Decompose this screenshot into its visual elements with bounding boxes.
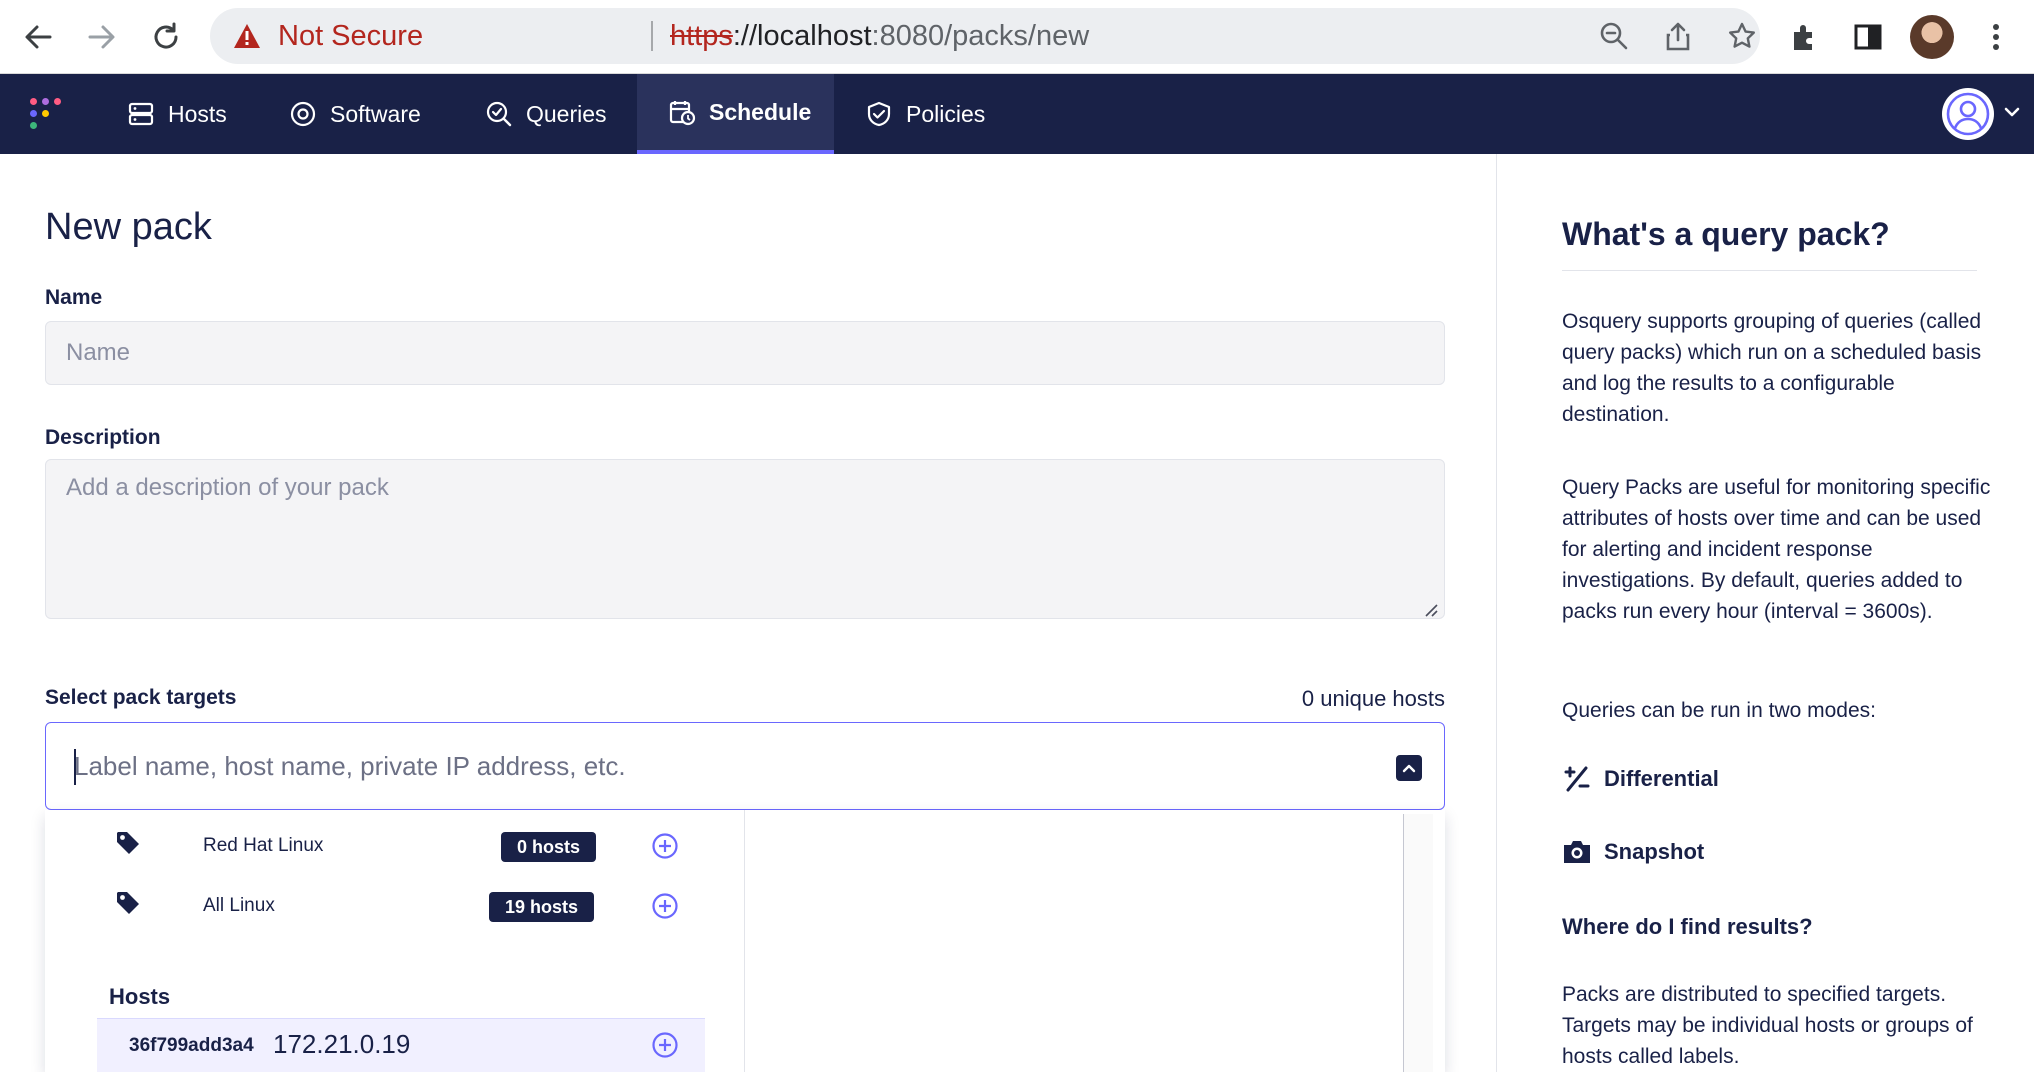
menu-kebab-icon[interactable] <box>1972 13 2020 61</box>
mode-differential: Differential <box>1562 764 1719 794</box>
nav-label: Schedule <box>709 98 812 125</box>
help-sidebar: What's a query pack? Osquery supports gr… <box>1496 154 2034 1072</box>
nav-label: Queries <box>526 100 607 127</box>
targets-placeholder: Label name, host name, private IP addres… <box>74 751 626 781</box>
label-name: All Linux <box>203 895 275 916</box>
chevron-up-icon[interactable] <box>1396 755 1422 781</box>
browser-toolbar: Not Secure https://localhost:8080/packs/… <box>0 0 2034 74</box>
targets-results-list: Red Hat Linux 0 hosts All Linux 19 hosts… <box>45 810 745 1072</box>
host-count-badge: 0 hosts <box>501 832 597 862</box>
add-circle-icon[interactable] <box>651 832 679 860</box>
tag-icon <box>115 890 141 921</box>
nav-label: Policies <box>906 100 986 127</box>
nav-item-schedule[interactable]: Schedule <box>637 74 834 154</box>
nav-item-hosts[interactable]: Hosts <box>126 74 227 154</box>
top-navigation: Hosts Software Queries Schedule Policies <box>0 74 2034 154</box>
list-item[interactable]: All Linux 19 hosts <box>95 880 695 930</box>
back-icon[interactable] <box>14 13 62 61</box>
scrollbar[interactable] <box>1403 814 1433 1072</box>
reload-icon[interactable] <box>142 13 190 61</box>
host-count-badge: 19 hosts <box>489 892 595 922</box>
new-pack-form: New pack Name Description Add a descript… <box>0 154 1496 1072</box>
name-label: Name <box>45 286 103 309</box>
fleet-logo-icon[interactable] <box>28 96 64 132</box>
url-text[interactable]: https://localhost:8080/packs/new <box>670 20 1090 52</box>
camera-icon <box>1562 837 1592 867</box>
targets-label: Select pack targets <box>45 686 237 709</box>
nav-item-policies[interactable]: Policies <box>864 74 985 154</box>
results-heading: Where do I find results? <box>1562 914 1813 939</box>
list-item[interactable]: Red Hat Linux 0 hosts <box>95 820 695 870</box>
forward-icon[interactable] <box>78 13 126 61</box>
nav-label: Hosts <box>168 100 227 127</box>
profile-avatar[interactable] <box>1910 15 1954 59</box>
side-panel-icon[interactable] <box>1844 13 1892 61</box>
share-icon[interactable] <box>1660 18 1696 54</box>
divider <box>1562 270 1977 271</box>
label-name: Red Hat Linux <box>203 835 324 856</box>
description-textarea[interactable]: Add a description of your pack <box>45 459 1445 619</box>
extensions-icon[interactable] <box>1780 13 1828 61</box>
text-caret <box>74 749 76 785</box>
url-scheme: https <box>670 20 733 52</box>
user-menu[interactable] <box>1942 88 2020 140</box>
nav-item-software[interactable]: Software <box>288 74 421 154</box>
description-placeholder: Add a description of your pack <box>66 474 389 501</box>
hosts-icon <box>126 99 156 129</box>
address-bar[interactable]: Not Secure https://localhost:8080/packs/… <box>210 8 1760 64</box>
zoom-icon[interactable] <box>1596 18 1632 54</box>
security-status[interactable]: Not Secure <box>278 22 423 51</box>
resize-handle-icon[interactable] <box>1422 596 1438 617</box>
url-host: ://localhost <box>732 20 872 52</box>
description-label: Description <box>45 426 161 449</box>
sidebar-paragraph: Query Packs are useful for monitoring sp… <box>1562 476 1991 623</box>
queries-icon <box>484 99 514 129</box>
hosts-section-heading: Hosts <box>109 984 171 1009</box>
add-circle-icon[interactable] <box>651 892 679 920</box>
list-item[interactable]: 36f799add3a4 172.21.0.19 <box>97 1018 705 1072</box>
omnibox-divider <box>651 21 653 51</box>
host-name: 36f799add3a4 <box>129 1035 254 1056</box>
mode-snapshot: Snapshot <box>1562 837 1704 867</box>
bookmark-star-icon[interactable] <box>1724 18 1760 54</box>
host-ip: 172.21.0.19 <box>273 1029 411 1059</box>
mode-label: Snapshot <box>1604 839 1705 864</box>
page-title: New pack <box>45 206 212 248</box>
sidebar-paragraph: Queries can be run in two modes: <box>1562 699 1876 722</box>
nav-item-queries[interactable]: Queries <box>484 74 607 154</box>
url-path: :8080/packs/new <box>871 20 1090 52</box>
tag-icon <box>115 830 141 861</box>
user-avatar-icon <box>1942 88 1994 140</box>
name-input[interactable] <box>45 321 1445 385</box>
targets-search-input[interactable]: Label name, host name, private IP addres… <box>45 722 1445 810</box>
policies-icon <box>864 99 894 129</box>
plus-minus-icon <box>1562 764 1592 794</box>
add-circle-icon[interactable] <box>651 1031 679 1059</box>
sidebar-title: What's a query pack? <box>1562 216 1890 252</box>
unique-hosts-count: 0 unique hosts <box>1301 686 1445 711</box>
mode-label: Differential <box>1604 766 1719 791</box>
warning-icon <box>232 22 262 55</box>
schedule-icon <box>667 97 697 127</box>
targets-dropdown: Red Hat Linux 0 hosts All Linux 19 hosts… <box>45 810 1445 1072</box>
chevron-down-icon <box>2004 105 2020 123</box>
sidebar-paragraph: Packs are distributed to specified targe… <box>1562 983 1973 1068</box>
software-icon <box>288 99 318 129</box>
nav-label: Software <box>330 100 421 127</box>
sidebar-paragraph: Osquery supports grouping of queries (ca… <box>1562 310 1982 426</box>
